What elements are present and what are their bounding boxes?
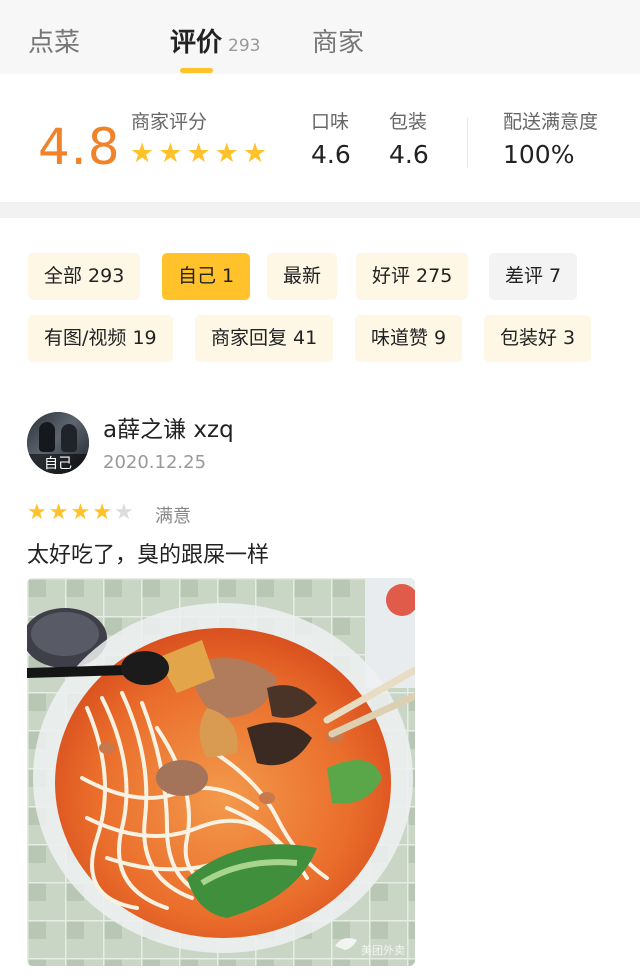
package-label: 包装 xyxy=(389,111,428,133)
overall-score: 4.8 xyxy=(38,118,121,176)
star-icon: ★ xyxy=(113,500,134,525)
star-icon: ★ xyxy=(186,138,211,169)
star-icon: ★ xyxy=(158,138,183,169)
tab-reviews[interactable]: 评价 293 xyxy=(170,22,260,59)
divider xyxy=(467,118,468,168)
delivery-satisfaction-value: 100% xyxy=(503,140,575,169)
tab-order[interactable]: 点菜 xyxy=(28,22,80,59)
rating-description: 满意 xyxy=(155,506,191,527)
section-divider xyxy=(0,202,640,218)
filter-chip-with-media[interactable]: 有图/视频 19 xyxy=(28,315,173,362)
filter-chip-mine[interactable]: 自己 1 xyxy=(162,253,251,300)
star-icon: ★ xyxy=(130,138,155,169)
merchant-rating-stars: ★ ★ ★ ★ ★ xyxy=(130,138,267,169)
review-photo[interactable]: 美团外卖 xyxy=(27,578,415,966)
filter-chip-tasty[interactable]: 味道赞 9 xyxy=(355,315,463,362)
review-rating-stars: ★ ★ ★ ★ ★ xyxy=(27,500,134,525)
top-tab-bar: 点菜 评价 293 商家 xyxy=(0,0,640,74)
star-icon: ★ xyxy=(92,500,112,525)
review-text: 太好吃了，臭的跟屎一样 xyxy=(27,543,270,568)
score-summary: 4.8 商家评分 ★ ★ ★ ★ ★ 口味 4.6 包装 4.6 配送满意度 100% xyxy=(0,74,640,202)
tab-merchant[interactable]: 商家 xyxy=(312,22,364,59)
filter-chip-good-package[interactable]: 包装好 3 xyxy=(484,315,592,362)
reviewer-name: a薛之谦 xzq xyxy=(103,417,234,443)
star-icon: ★ xyxy=(214,138,239,169)
filter-chip-latest[interactable]: 最新 xyxy=(267,253,338,300)
active-tab-indicator xyxy=(180,68,213,73)
taste-label: 口味 xyxy=(311,111,350,133)
star-icon: ★ xyxy=(27,500,47,525)
delivery-satisfaction-label: 配送满意度 xyxy=(503,111,599,133)
avatar[interactable]: 自己 xyxy=(27,412,89,474)
tab-reviews-label: 评价 xyxy=(170,28,223,58)
photo-watermark: 美团外卖 xyxy=(361,944,405,957)
star-icon: ★ xyxy=(48,500,69,525)
review-date: 2020.12.25 xyxy=(103,452,207,473)
filter-chip-positive[interactable]: 好评 275 xyxy=(356,253,469,300)
tab-order-label: 点菜 xyxy=(28,28,81,58)
filter-chip-negative[interactable]: 差评 7 xyxy=(489,253,578,300)
taste-score: 4.6 xyxy=(311,140,351,169)
filter-chip-all[interactable]: 全部 293 xyxy=(28,253,141,300)
avatar-self-tag: 自己 xyxy=(27,454,89,474)
star-icon: ★ xyxy=(242,138,268,169)
merchant-score-label: 商家评分 xyxy=(131,111,208,133)
tab-reviews-count: 293 xyxy=(228,36,261,56)
star-icon: ★ xyxy=(70,500,91,525)
tab-merchant-label: 商家 xyxy=(312,28,365,58)
filter-chip-merchant-reply[interactable]: 商家回复 41 xyxy=(195,315,334,362)
package-score: 4.6 xyxy=(389,140,429,169)
